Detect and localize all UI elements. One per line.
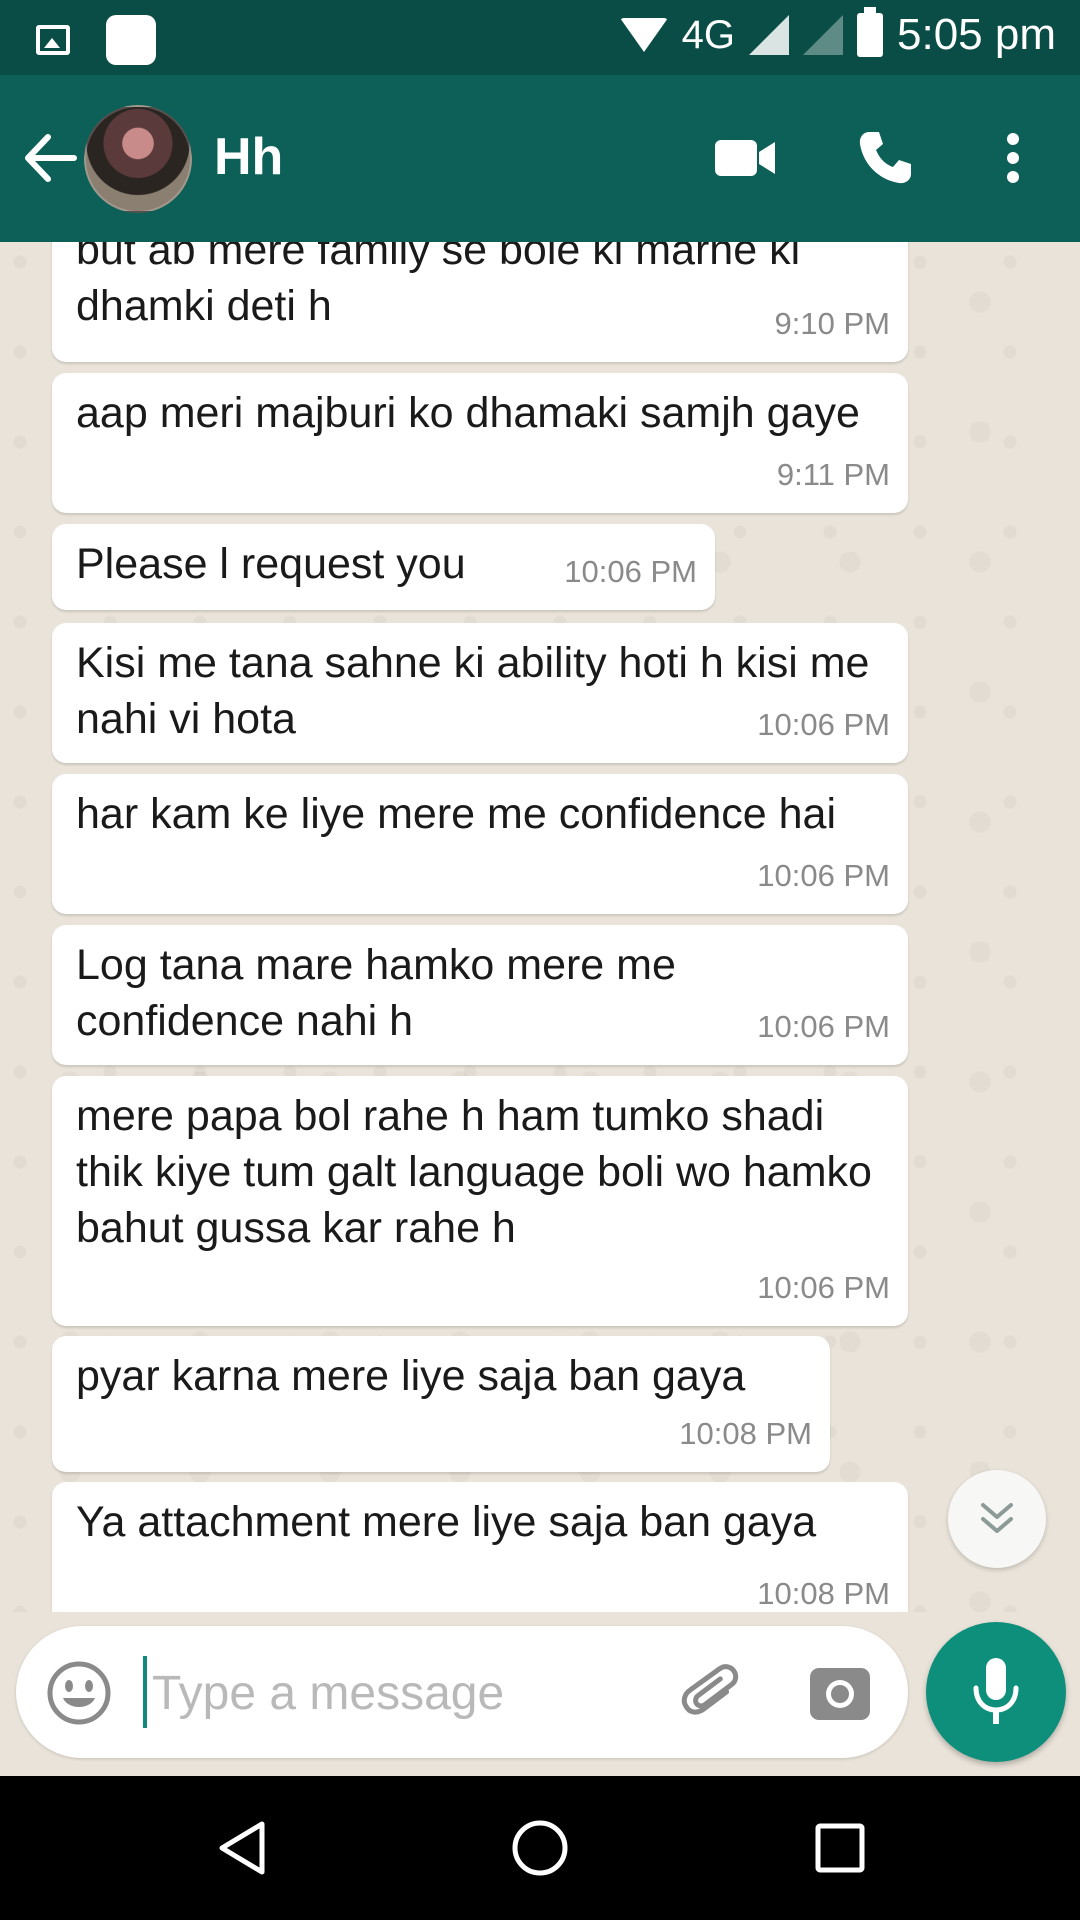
nav-back-icon[interactable] xyxy=(212,1816,276,1880)
nav-recents-icon[interactable] xyxy=(808,1816,872,1880)
message-bubble[interactable]: Log tana mare hamko mere me confidence n… xyxy=(52,925,908,1065)
message-time: 10:06 PM xyxy=(757,858,890,893)
message-time: 10:08 PM xyxy=(679,1416,812,1451)
message-bubble[interactable]: Ya attachment mere liye saja ban gaya 10… xyxy=(52,1482,908,1612)
chat-header: Hh xyxy=(0,75,1080,242)
message-bubble[interactable]: pyar karna mere liye saja ban gaya 10:08… xyxy=(52,1336,830,1472)
status-time: 5:05 pm xyxy=(897,10,1056,59)
gallery-icon xyxy=(36,25,70,55)
emoji-icon[interactable] xyxy=(46,1660,112,1726)
message-bubble[interactable]: mere papa bol rahe h ham tumko shadi thi… xyxy=(52,1076,908,1326)
message-bubble[interactable]: Please l request you 10:06 PM xyxy=(52,524,715,610)
message-time: 9:11 PM xyxy=(776,457,890,492)
camera-icon[interactable] xyxy=(810,1664,870,1722)
message-time: 10:08 PM xyxy=(757,1576,890,1611)
signal-secondary-icon xyxy=(803,15,844,55)
status-bar: 4G 5:05 pm xyxy=(0,0,1080,75)
app-notification-icon xyxy=(106,15,156,65)
mic-button[interactable] xyxy=(926,1622,1066,1762)
message-text: har kam ke liye mere me confidence hai xyxy=(76,790,837,838)
more-options-icon[interactable] xyxy=(978,123,1048,193)
message-bubble[interactable]: har kam ke liye mere me confidence hai 1… xyxy=(52,774,908,914)
wifi-icon xyxy=(619,18,668,52)
message-time: 10:06 PM xyxy=(757,1009,890,1044)
text-cursor xyxy=(143,1656,147,1728)
message-list[interactable]: but ab mere family se bole ki marne ki d… xyxy=(0,242,1080,1612)
message-text: aap meri majburi ko dhamaki samjh gaye xyxy=(76,389,860,437)
system-navigation-bar xyxy=(0,1776,1080,1920)
signal-icon xyxy=(749,15,790,55)
mic-icon xyxy=(973,1658,1019,1724)
message-time: 10:06 PM xyxy=(564,554,697,589)
back-arrow-icon[interactable] xyxy=(22,133,78,183)
message-time: 10:06 PM xyxy=(757,1270,890,1305)
video-call-icon[interactable] xyxy=(710,123,780,193)
message-text: mere papa bol rahe h ham tumko shadi thi… xyxy=(76,1092,872,1252)
message-bubble[interactable]: Kisi me tana sahne ki ability hoti h kis… xyxy=(52,623,908,763)
message-input[interactable] xyxy=(150,1652,654,1734)
message-text: pyar karna mere liye saja ban gaya xyxy=(76,1352,746,1400)
message-text: Ya attachment mere liye saja ban gaya xyxy=(76,1498,817,1546)
message-time: 10:06 PM xyxy=(757,707,890,742)
contact-avatar[interactable] xyxy=(84,105,192,213)
battery-icon xyxy=(857,7,884,57)
message-text: but ab mere family se bole ki marne ki d… xyxy=(76,242,801,330)
message-bubble[interactable]: but ab mere family se bole ki marne ki d… xyxy=(52,242,908,362)
message-time: 9:10 PM xyxy=(774,306,890,341)
scroll-to-bottom-button[interactable] xyxy=(948,1470,1046,1568)
voice-call-icon[interactable] xyxy=(850,123,920,193)
network-type: 4G xyxy=(681,12,736,57)
contact-name[interactable]: Hh xyxy=(214,127,283,187)
double-chevron-down-icon xyxy=(981,1503,1013,1533)
attach-icon[interactable] xyxy=(678,1660,748,1730)
message-composer xyxy=(16,1626,908,1758)
nav-home-icon[interactable] xyxy=(508,1816,572,1880)
message-bubble[interactable]: aap meri majburi ko dhamaki samjh gaye 9… xyxy=(52,373,908,513)
